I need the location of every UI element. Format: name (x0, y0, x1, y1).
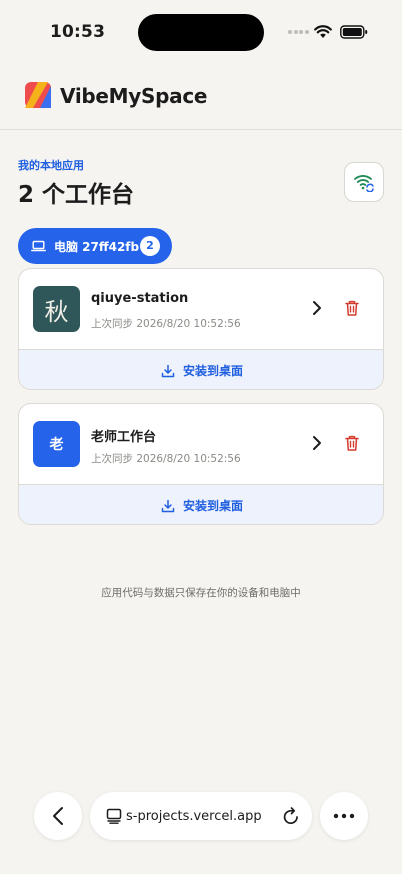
browser-toolbar: s-projects.vercel.app (0, 792, 402, 840)
install-to-desktop-button[interactable]: 安装到桌面 (19, 484, 383, 524)
address-bar[interactable]: s-projects.vercel.app (90, 792, 312, 840)
page-title: 2 个工作台 (18, 182, 135, 208)
install-to-desktop-button[interactable]: 安装到桌面 (19, 349, 383, 389)
battery-icon (340, 25, 368, 39)
signal-icon (288, 30, 310, 34)
chevron-right-icon[interactable] (311, 300, 323, 316)
more-icon (333, 813, 355, 819)
more-button[interactable] (320, 792, 368, 840)
device-filter-chip[interactable]: 电脑 27ff42fb 2 (18, 228, 172, 264)
status-indicators (288, 24, 368, 40)
download-icon (161, 499, 175, 512)
device-label: 电脑 27ff42fb (54, 239, 140, 254)
app-avatar: 秋 (33, 286, 80, 332)
dynamic-island (138, 14, 264, 51)
trash-icon[interactable] (344, 434, 360, 452)
chevron-right-icon[interactable] (311, 435, 323, 451)
trash-icon[interactable] (344, 299, 360, 317)
app-name: qiuye-station (91, 291, 189, 306)
section-eyebrow: 我的本地应用 (18, 159, 84, 172)
workspace-card[interactable]: 秋 qiuye-station 上次同步 2026/8/20 10:52:56 … (18, 268, 384, 390)
back-button[interactable] (34, 792, 82, 840)
status-bar: 10:53 (0, 0, 402, 62)
privacy-note: 应用代码与数据只保存在你的设备和电脑中 (101, 587, 301, 599)
back-icon (53, 807, 63, 825)
tabs-icon[interactable] (106, 808, 122, 824)
app-avatar: 老 (33, 421, 80, 467)
app-header: VibeMySpace (0, 62, 402, 130)
wifi-icon (314, 25, 332, 38)
device-count-badge: 2 (140, 236, 160, 256)
last-sync-time: 上次同步 2026/8/20 10:52:56 (91, 318, 241, 330)
logo-icon[interactable] (24, 81, 52, 109)
workspace-card[interactable]: 老 老师工作台 上次同步 2026/8/20 10:52:56 安装到桌面 (18, 403, 384, 525)
status-time: 10:53 (50, 22, 106, 42)
app-name: 老师工作台 (91, 430, 157, 445)
laptop-icon (31, 240, 46, 252)
install-label: 安装到桌面 (182, 499, 243, 513)
download-icon (161, 364, 175, 377)
install-label: 安装到桌面 (182, 364, 243, 378)
wifi-sync-icon (354, 175, 374, 192)
sync-button[interactable] (344, 162, 384, 202)
reload-icon[interactable] (282, 806, 300, 826)
brand-name[interactable]: VibeMySpace (60, 84, 207, 108)
last-sync-time: 上次同步 2026/8/20 10:52:56 (91, 453, 241, 465)
url-text: s-projects.vercel.app (126, 808, 262, 824)
